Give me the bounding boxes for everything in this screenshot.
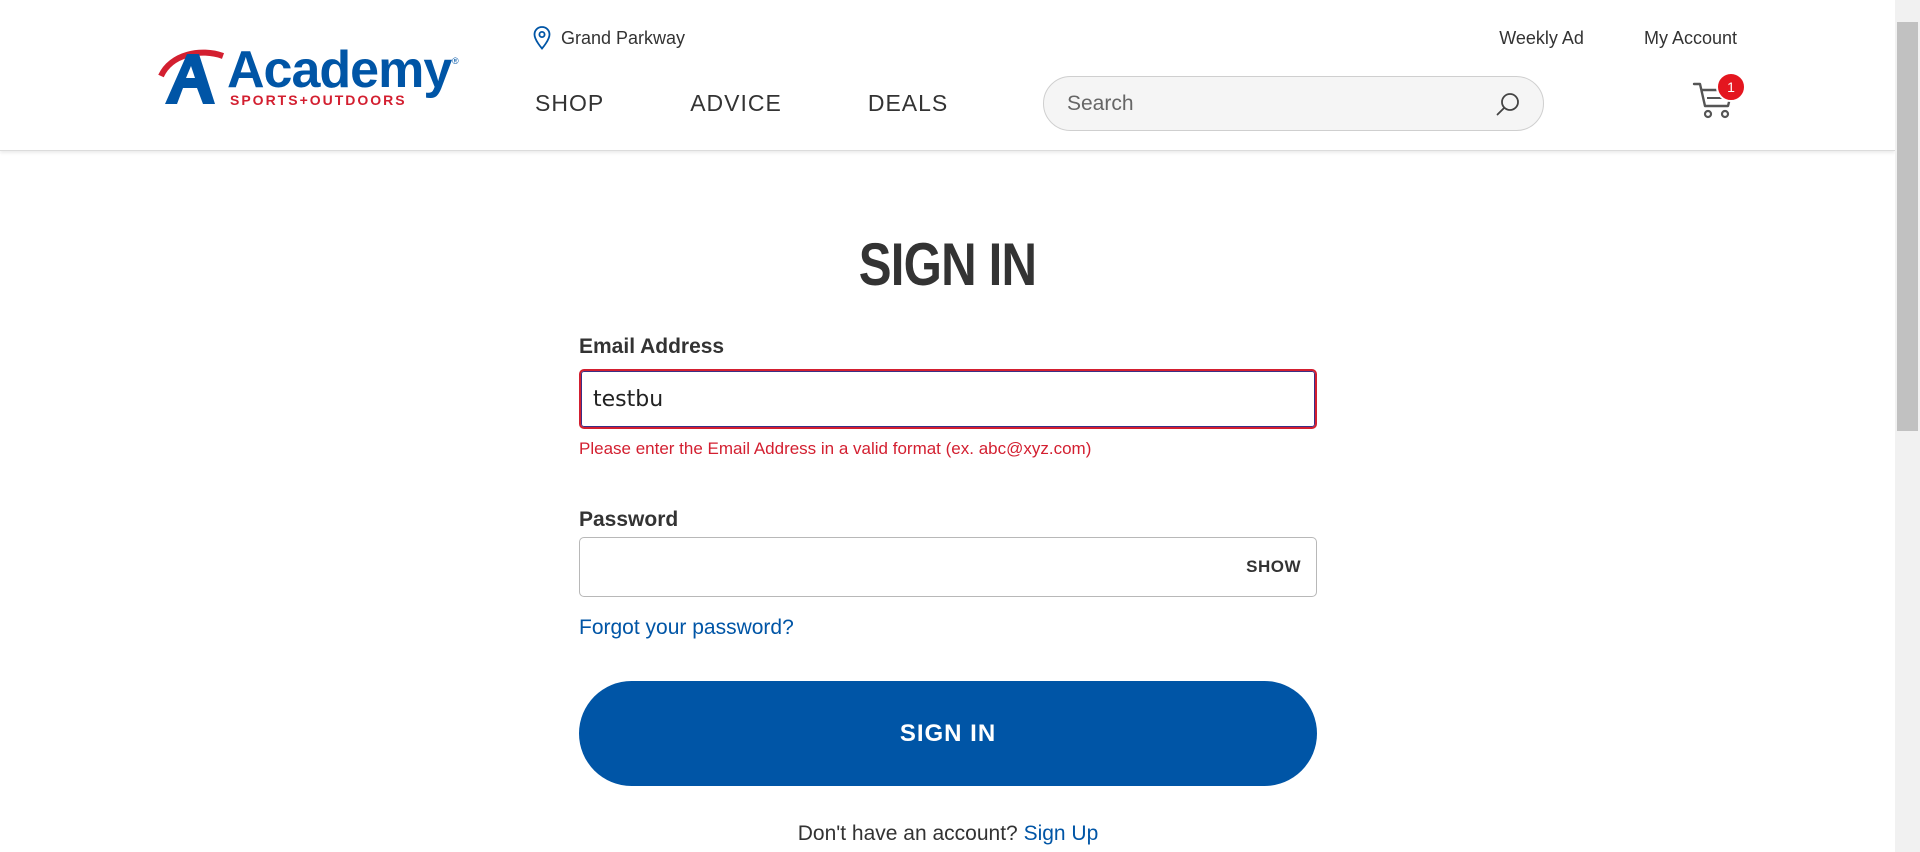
search-bar [1043,76,1544,131]
store-name: Grand Parkway [561,27,686,48]
academy-a-mark-icon [158,49,225,104]
search-input[interactable] [1067,91,1493,116]
account-prompt-text: Don't have an account? [797,822,1024,845]
sign-up-link[interactable]: Sign Up [1024,822,1099,845]
my-account-link[interactable]: My Account [1644,28,1737,49]
nav-advice[interactable]: ADVICE [690,90,782,117]
logo-subtitle: SPORTS+OUTDOORS [230,92,407,108]
academy-logo[interactable]: Academy ® SPORTS+OUTDOORS [157,44,462,110]
logo-wordmark: Academy [227,41,452,99]
map-pin-icon [533,26,551,50]
password-field[interactable] [579,537,1317,597]
sign-up-prompt: Don't have an account? Sign Up [579,822,1317,846]
nav-deals[interactable]: DEALS [868,90,948,117]
page-title: SIGN IN [858,231,1037,298]
site-header: Academy ® SPORTS+OUTDOORS Grand Parkway … [0,0,1895,151]
cart-button[interactable]: 1 [1692,72,1746,122]
email-field[interactable] [579,369,1317,429]
password-label: Password [579,508,679,531]
email-label: Email Address [579,335,725,358]
show-password-button[interactable]: SHOW [1246,557,1301,577]
sign-in-button[interactable]: SIGN IN [579,681,1317,786]
utility-links: Weekly Ad My Account [1499,28,1737,49]
password-field-wrapper: SHOW [579,537,1317,597]
logo-registered-mark: ® [452,56,459,66]
weekly-ad-link[interactable]: Weekly Ad [1499,28,1584,49]
store-selector[interactable]: Grand Parkway [533,26,685,50]
main-nav: SHOP ADVICE DEALS [535,90,948,117]
page-scrollbar[interactable] [1895,0,1920,852]
search-icon[interactable] [1493,89,1523,119]
nav-shop[interactable]: SHOP [535,90,604,117]
forgot-password-link[interactable]: Forgot your password? [579,616,794,640]
email-error-message: Please enter the Email Address in a vali… [579,439,1092,458]
scrollbar-thumb[interactable] [1897,22,1918,431]
cart-count-badge: 1 [1716,72,1746,102]
